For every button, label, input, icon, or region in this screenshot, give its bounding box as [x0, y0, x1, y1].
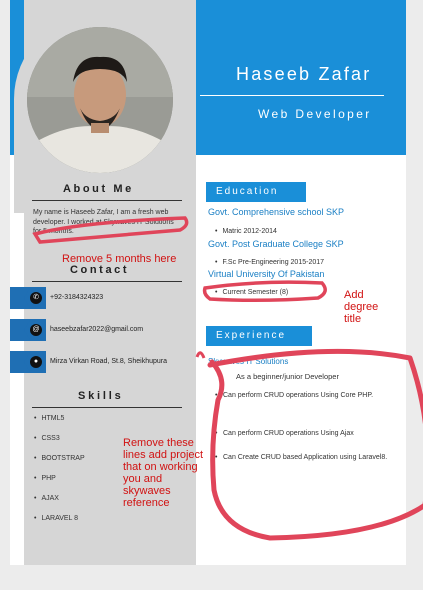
highlight-scribble [195, 351, 206, 359]
highlight-scribble [202, 280, 327, 303]
highlight-scribble [32, 216, 189, 244]
annotation-remove-months: Remove 5 months here [62, 253, 177, 265]
annotation-add-degree: Add degree title [344, 289, 379, 325]
annotation-remove-lines: Remove these lines add project that on w… [123, 437, 204, 509]
highlight-scribble [207, 348, 423, 541]
